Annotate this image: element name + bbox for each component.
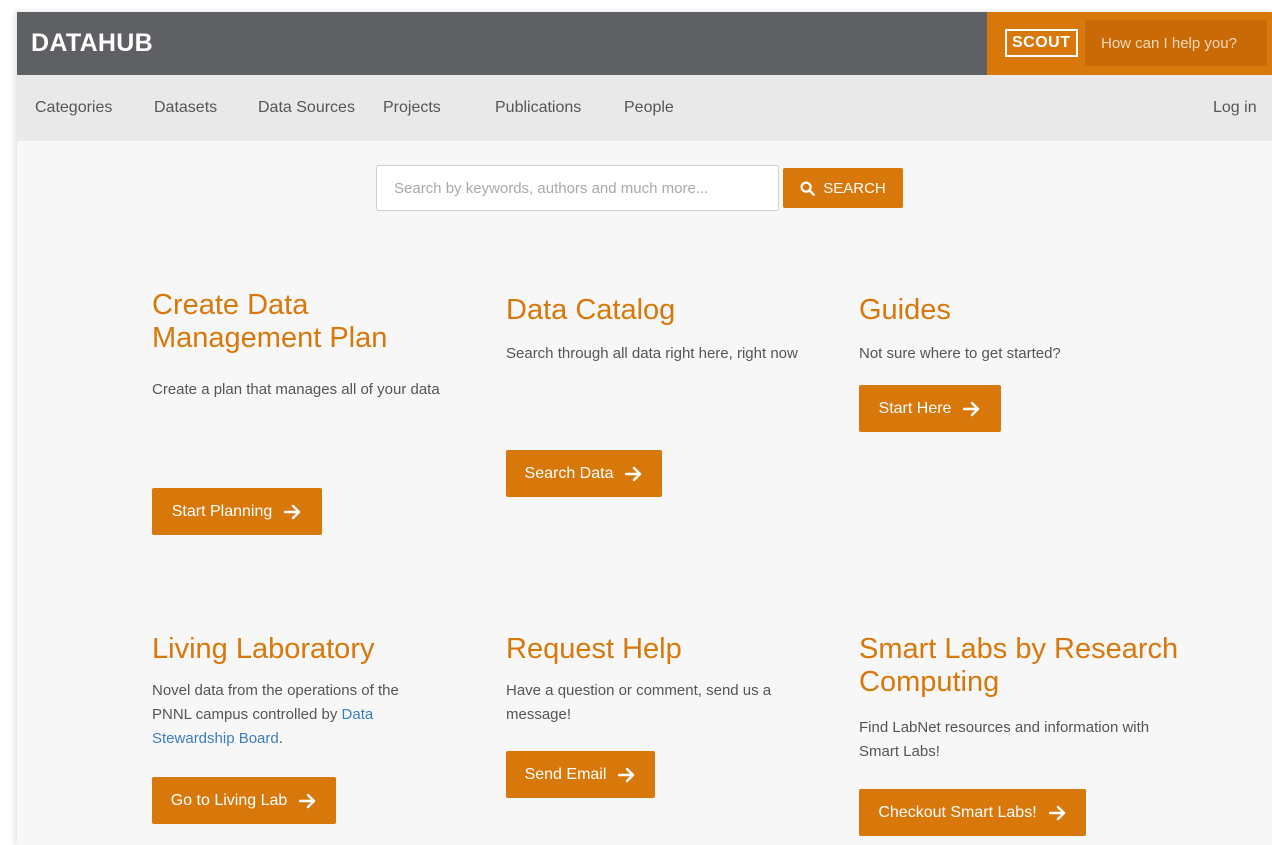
magnifier-icon	[800, 180, 816, 196]
arrow-right-icon	[963, 401, 980, 416]
arrow-right-icon	[625, 466, 642, 481]
arrow-right-icon	[299, 793, 316, 808]
checkout-smart-labs-button[interactable]: Checkout Smart Labs!	[859, 789, 1086, 836]
card-desc-dmp: Create a plan that manages all of your d…	[152, 381, 440, 398]
card-desc-living-lab: Novel data from the operations of the PN…	[152, 679, 442, 751]
start-planning-label: Start Planning	[171, 502, 273, 520]
arrow-right-icon	[284, 504, 301, 519]
send-email-label: Send Email	[524, 765, 607, 783]
nav-categories[interactable]: Categories	[35, 75, 112, 141]
card-desc-catalog: Search through all data right here, righ…	[506, 345, 798, 362]
start-here-button[interactable]: Start Here	[859, 385, 1001, 432]
arrow-right-icon	[1048, 805, 1065, 820]
search-button[interactable]: SEARCH	[783, 168, 903, 208]
nav-publications[interactable]: Publications	[495, 75, 581, 141]
checkout-smart-labs-label: Checkout Smart Labs!	[878, 803, 1037, 821]
card-title-living-lab: Living Laboratory	[152, 633, 375, 665]
card-desc-request-help: Have a question or comment, send us a me…	[506, 682, 772, 723]
search-data-label: Search Data	[524, 464, 614, 482]
start-here-label: Start Here	[878, 399, 952, 417]
scout-logo[interactable]: SCOUT	[1005, 29, 1078, 57]
card-title-smart-labs: Smart Labs by Research Computing	[859, 633, 1179, 698]
send-email-button[interactable]: Send Email	[506, 751, 655, 798]
go-to-living-lab-label: Go to Living Lab	[170, 791, 288, 809]
arrow-right-icon	[618, 767, 635, 782]
card-title-request-help: Request Help	[506, 633, 682, 665]
login-link[interactable]: Log in	[1213, 75, 1257, 141]
scout-area: SCOUT	[987, 12, 1272, 75]
search-input[interactable]	[376, 165, 779, 211]
card-desc-guides: Not sure where to get started?	[859, 345, 1061, 362]
card-title-catalog: Data Catalog	[506, 294, 676, 326]
page-frame: DATAHUB SCOUT Categories Datasets Data S…	[17, 12, 1272, 845]
start-planning-button[interactable]: Start Planning	[152, 488, 322, 535]
datahub-logo[interactable]: DATAHUB	[31, 12, 153, 75]
scout-help-input[interactable]	[1085, 20, 1267, 66]
card-title-dmp: Create Data Management Plan	[152, 289, 388, 354]
living-lab-desc-end: .	[278, 730, 283, 747]
card-title-guides: Guides	[859, 294, 951, 326]
nav-projects[interactable]: Projects	[383, 75, 441, 141]
search-button-label: SEARCH	[823, 179, 886, 197]
search-data-button[interactable]: Search Data	[506, 450, 662, 497]
nav-data-sources[interactable]: Data Sources	[258, 75, 355, 141]
card-desc-smart-labs: Find LabNet resources and information wi…	[859, 719, 1150, 760]
nav-people[interactable]: People	[624, 75, 674, 141]
main-nav: Categories Datasets Data Sources Project…	[17, 75, 1272, 141]
go-to-living-lab-button[interactable]: Go to Living Lab	[152, 777, 336, 824]
nav-datasets[interactable]: Datasets	[154, 75, 217, 141]
top-header: DATAHUB SCOUT	[17, 12, 1272, 75]
